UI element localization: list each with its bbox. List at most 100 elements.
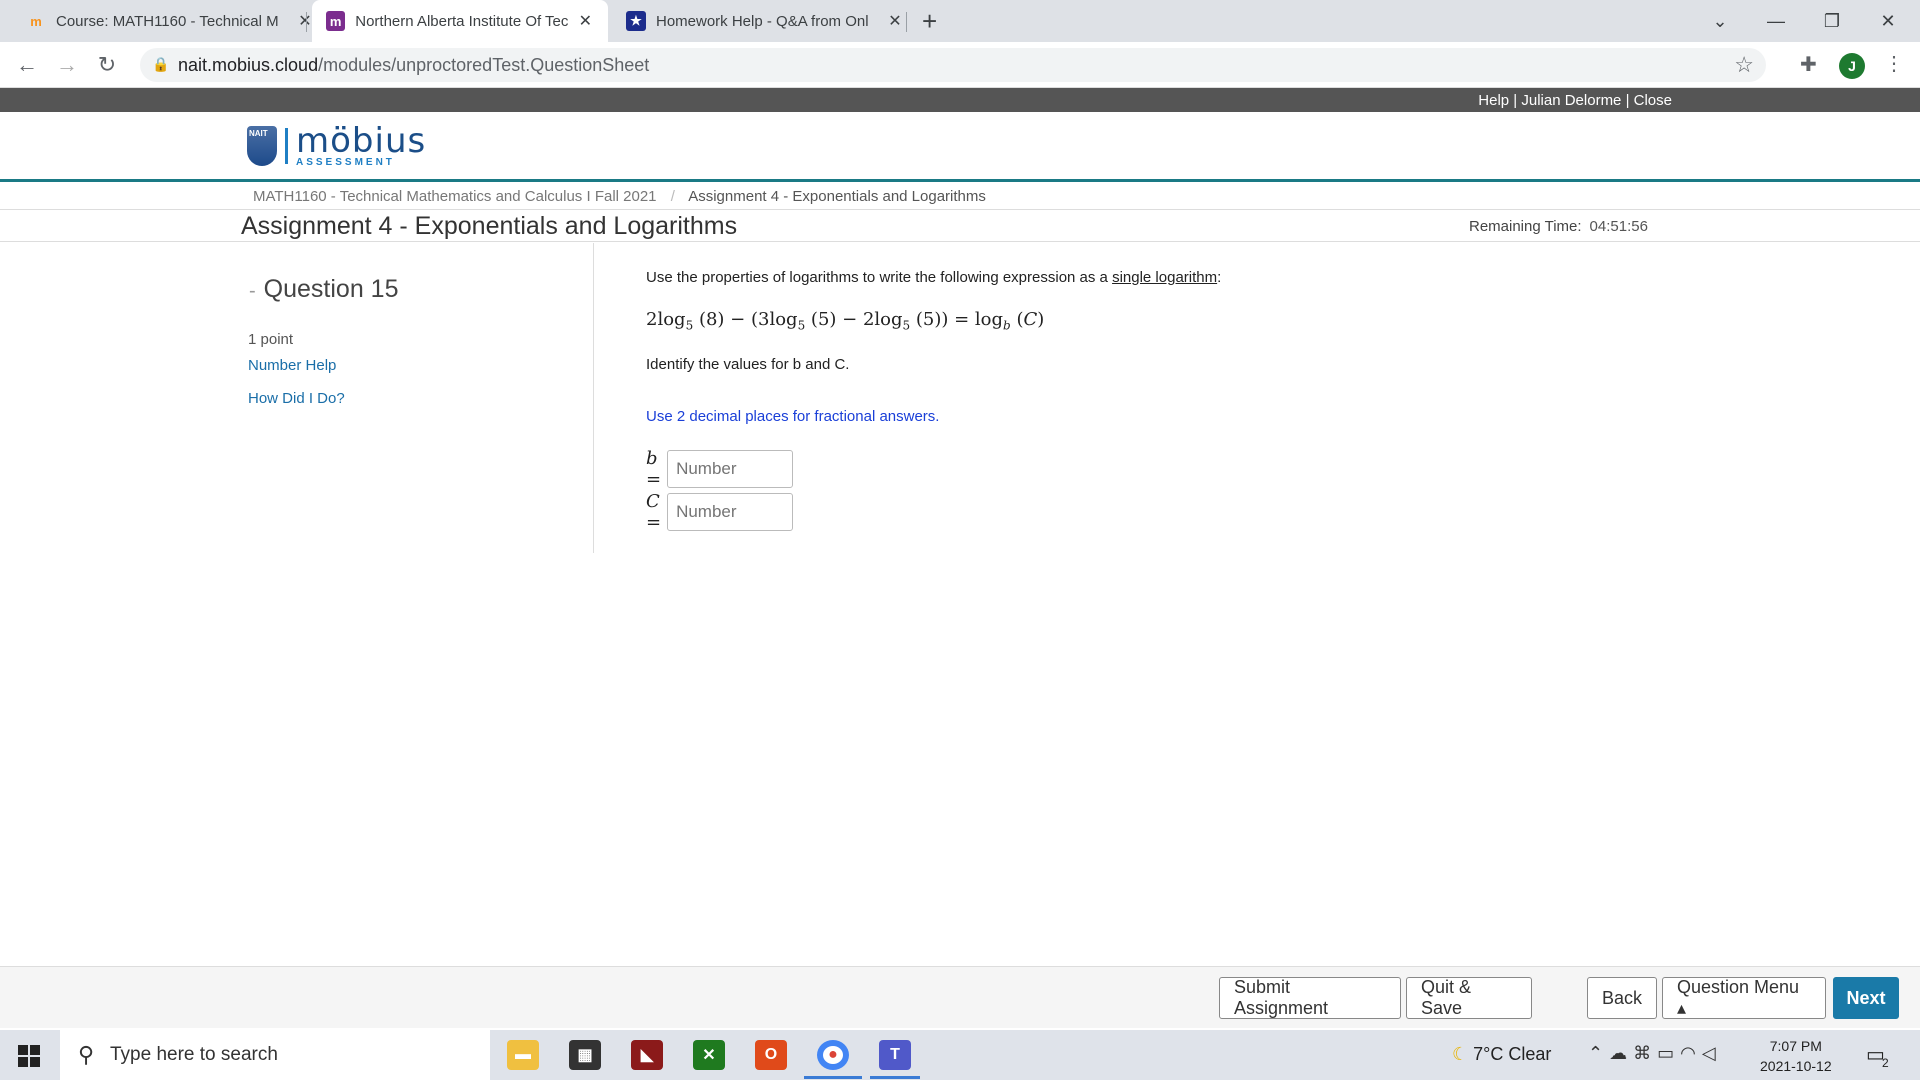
reload-icon[interactable]: ↻ <box>92 50 122 80</box>
close-tab-icon[interactable]: ✕ <box>577 11 594 31</box>
wifi-icon[interactable]: ◠ <box>1680 1043 1702 1063</box>
tab-homework-help[interactable]: ★ Homework Help - Q&A from Onl ✕ <box>612 0 918 42</box>
clock-date: 2021-10-12 <box>1760 1058 1832 1074</box>
submit-assignment-button[interactable]: Submit Assignment <box>1219 977 1401 1019</box>
answer-b-input[interactable] <box>667 450 794 488</box>
question-menu-button[interactable]: Question Menu ▴ <box>1662 977 1826 1019</box>
clock-time: 7:07 PM <box>1769 1038 1822 1054</box>
how-did-i-do-link[interactable]: How Did I Do? <box>248 390 345 407</box>
breadcrumb-current: Assignment 4 - Exponentials and Logarith… <box>688 188 986 205</box>
assignment-title-bar: Assignment 4 - Exponentials and Logarith… <box>0 209 1920 242</box>
game-icon[interactable]: ◣ <box>631 1040 663 1070</box>
single-logarithm-link[interactable]: single logarithm <box>1112 269 1217 286</box>
lock-icon: 🔒 <box>152 56 170 72</box>
collapse-icon[interactable]: - <box>249 280 256 302</box>
chrome-icon[interactable]: ● <box>817 1040 849 1070</box>
taskbar-clock[interactable]: 7:07 PM 2021-10-12 <box>1760 1036 1832 1076</box>
logarithm-expression: 2log5 (8) − (3log5 (5) − 2log5 (5)) = lo… <box>646 309 1045 333</box>
answer-row-b: b = <box>646 448 794 490</box>
moon-icon: ☾ <box>1452 1044 1469 1064</box>
answer-row-c: C = <box>646 491 794 533</box>
url-path: /modules/unproctoredTest.QuestionSheet <box>318 54 650 75</box>
mobius-logo: NAIT möbius ASSESSMENT <box>247 124 426 168</box>
close-window-icon[interactable]: ✕ <box>1860 0 1916 42</box>
tab-search-icon[interactable]: ⌄ <box>1692 0 1748 42</box>
notification-count: 2 <box>1882 1056 1889 1070</box>
forward-arrow-icon[interactable]: → <box>52 50 82 80</box>
question-points: 1 point <box>248 331 294 348</box>
answer-c-input[interactable] <box>667 493 794 531</box>
bookmark-star-icon[interactable]: ☆ <box>1734 52 1754 78</box>
header-links[interactable]: Help | Julian Delorme | Close <box>1478 92 1672 109</box>
back-button[interactable]: Back <box>1587 977 1657 1019</box>
quit-save-button[interactable]: Quit & Save <box>1406 977 1532 1019</box>
tab-course[interactable]: m Course: MATH1160 - Technical M ✕ <box>12 0 328 42</box>
identify-prompt: Identify the values for b and C. <box>646 356 850 373</box>
moodle-icon: m <box>30 13 42 29</box>
star-icon: ★ <box>626 11 646 31</box>
notification-icon[interactable]: ▭ 2 <box>1866 1042 1889 1070</box>
meet-icon[interactable]: ⌘ <box>1633 1043 1657 1063</box>
question-number[interactable]: - Question 15 <box>249 275 399 304</box>
minimize-icon[interactable]: — <box>1748 0 1804 42</box>
mobius-icon: m <box>326 11 346 31</box>
battery-icon[interactable]: ▭ <box>1657 1043 1680 1063</box>
address-bar: ← → ↻ 🔒 nait.mobius.cloud/modules/unproc… <box>0 42 1920 88</box>
close-tab-icon[interactable]: ✕ <box>886 11 904 31</box>
teams-active-indicator <box>870 1076 920 1079</box>
url-host: nait.mobius.cloud <box>178 54 319 75</box>
volume-icon[interactable]: ◁ <box>1702 1043 1722 1063</box>
question-label: Question 15 <box>263 275 399 303</box>
tab-title: Homework Help - Q&A from Onl <box>656 12 869 30</box>
search-icon: ⚲ <box>78 1042 95 1067</box>
browser-menu-icon[interactable]: ⋮ <box>1884 51 1904 76</box>
profile-avatar[interactable]: J <box>1839 53 1865 79</box>
back-arrow-icon[interactable]: ← <box>12 50 42 80</box>
restore-icon[interactable]: ❐ <box>1804 0 1860 42</box>
store-icon[interactable]: ▦ <box>569 1040 601 1070</box>
tab-title: Course: MATH1160 - Technical M <box>56 12 279 30</box>
cloud-icon[interactable]: ☁ <box>1609 1043 1633 1063</box>
remaining-time-value: 04:51:56 <box>1589 218 1648 235</box>
chevron-up-icon[interactable]: ⌃ <box>1588 1043 1609 1063</box>
question-sidebar: - Question 15 1 point Number Help How Did… <box>0 243 594 553</box>
weather-widget[interactable]: ☾ 7°C Clear <box>1452 1044 1551 1065</box>
url-field[interactable]: 🔒 nait.mobius.cloud/modules/unproctoredT… <box>140 48 1766 82</box>
question-instruction: Use the properties of logarithms to writ… <box>646 269 1222 286</box>
file-explorer-icon[interactable]: ▬ <box>507 1040 539 1070</box>
logo-divider <box>285 128 288 164</box>
extensions-icon[interactable]: ✚ <box>1800 52 1817 77</box>
remaining-time: Remaining Time: 04:51:56 <box>1469 218 1648 235</box>
logo-wordmark: möbius <box>296 120 427 161</box>
header-divider <box>0 179 1920 182</box>
breadcrumb: MATH1160 - Technical Mathematics and Cal… <box>253 188 986 205</box>
new-tab-icon[interactable]: + <box>922 6 937 37</box>
browser-tab-bar: m Course: MATH1160 - Technical M ✕ m Nor… <box>0 0 1920 42</box>
breadcrumb-course[interactable]: MATH1160 - Technical Mathematics and Cal… <box>253 188 657 205</box>
office-icon[interactable]: O <box>755 1040 787 1070</box>
tab-divider <box>306 12 307 32</box>
weather-text: 7°C Clear <box>1473 1044 1552 1064</box>
teams-icon[interactable]: T <box>879 1040 911 1070</box>
remaining-time-label: Remaining Time: <box>1469 218 1582 235</box>
chrome-active-indicator <box>804 1076 862 1079</box>
page-title: Assignment 4 - Exponentials and Logarith… <box>241 212 738 240</box>
assignment-footer: Submit Assignment Quit & Save Back Quest… <box>0 966 1920 1028</box>
xbox-icon[interactable]: ✕ <box>693 1040 725 1070</box>
system-tray[interactable]: ⌃☁⌘▭◠◁ <box>1588 1043 1722 1064</box>
next-button[interactable]: Next <box>1833 977 1899 1019</box>
taskbar-search-placeholder: Type here to search <box>110 1044 278 1065</box>
answer-label-b: b = <box>646 448 662 490</box>
tab-title: Northern Alberta Institute Of Tec <box>355 12 569 30</box>
taskbar-search-box[interactable]: ⚲ Type here to search <box>60 1030 490 1080</box>
number-help-link[interactable]: Number Help <box>248 357 336 374</box>
breadcrumb-separator: / <box>670 188 675 205</box>
decimal-hint: Use 2 decimal places for fractional answ… <box>646 408 940 425</box>
windows-taskbar: ⚲ Type here to search ▬ ▦ ◣ ✕ O ● T ☾ 7°… <box>0 1030 1920 1080</box>
tab-divider <box>906 12 907 32</box>
top-link-strip: Help | Julian Delorme | Close <box>0 88 1920 112</box>
windows-start-icon[interactable] <box>18 1045 40 1067</box>
nait-shield-icon: NAIT <box>247 126 277 166</box>
tab-mobius[interactable]: m Northern Alberta Institute Of Tec ✕ <box>312 0 608 42</box>
answer-label-c: C = <box>646 491 662 533</box>
